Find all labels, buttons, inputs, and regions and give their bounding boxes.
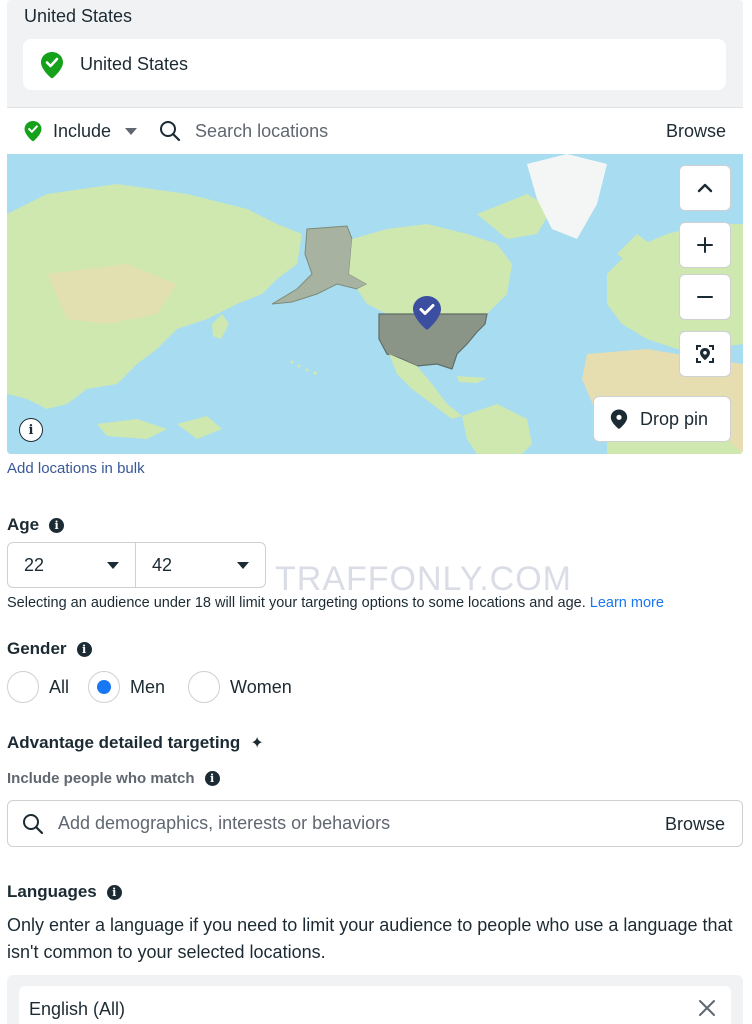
gender-section-title: Gender i bbox=[7, 639, 92, 659]
gender-radio-group: All Men Women bbox=[7, 671, 292, 703]
map-info-icon[interactable]: i bbox=[19, 418, 43, 442]
watermark: TRAFFONLY.COM bbox=[275, 560, 572, 598]
include-exclude-dropdown[interactable]: Include bbox=[23, 120, 138, 142]
zoom-out-icon bbox=[697, 296, 713, 298]
detailed-targeting-title: Advantage detailed targeting ✦ bbox=[7, 733, 264, 753]
green-pin-icon bbox=[41, 51, 63, 78]
detailed-targeting-search: Browse bbox=[7, 800, 743, 847]
include-label: Include bbox=[53, 120, 112, 141]
caret-down-icon bbox=[107, 561, 119, 569]
drop-pin-label: Drop pin bbox=[640, 408, 709, 429]
age-max-value: 42 bbox=[152, 554, 173, 575]
languages-input[interactable]: English (All) bbox=[7, 975, 743, 1024]
info-icon[interactable]: i bbox=[76, 641, 92, 657]
include-people-text: Include people who match bbox=[7, 770, 195, 787]
learn-more-link[interactable]: Learn more bbox=[590, 595, 664, 611]
location-search-bar: Include Browse bbox=[7, 107, 743, 154]
language-chip[interactable]: English (All) bbox=[19, 986, 731, 1024]
zoom-out-button[interactable] bbox=[679, 274, 731, 320]
languages-section-title: Languages i bbox=[7, 882, 122, 902]
caret-down-icon bbox=[125, 127, 138, 135]
detailed-targeting-label: Advantage detailed targeting bbox=[7, 733, 241, 752]
search-icon bbox=[23, 813, 44, 834]
radio-selected-dot bbox=[97, 680, 112, 694]
age-max-select[interactable]: 42 bbox=[135, 542, 266, 588]
info-icon[interactable]: i bbox=[49, 517, 65, 533]
gender-option-label: All bbox=[49, 676, 70, 697]
targeting-browse-button[interactable]: Browse bbox=[665, 814, 725, 835]
locate-icon bbox=[696, 345, 714, 363]
location-country-heading: United States bbox=[24, 6, 133, 26]
info-icon[interactable]: i bbox=[106, 884, 122, 900]
collapse-map-button[interactable] bbox=[679, 165, 731, 211]
location-browse-button[interactable]: Browse bbox=[666, 121, 726, 142]
chevron-up-icon bbox=[697, 183, 713, 193]
green-pin-icon bbox=[24, 121, 42, 142]
locations-panel: United States United States Include Brow… bbox=[7, 0, 743, 454]
selected-location-label: United States bbox=[80, 54, 189, 74]
caret-down-icon bbox=[237, 561, 249, 569]
map-pin-icon bbox=[413, 296, 441, 330]
sparkle-icon: ✦ bbox=[250, 735, 264, 752]
locate-button[interactable] bbox=[679, 331, 731, 377]
age-note-text: Selecting an audience under 18 will limi… bbox=[7, 595, 586, 611]
gender-radio-women[interactable] bbox=[188, 671, 221, 703]
zoom-in-button[interactable] bbox=[679, 222, 731, 268]
languages-description: Only enter a language if you need to lim… bbox=[7, 915, 733, 962]
gender-option-label: Men bbox=[130, 676, 166, 697]
age-section-title: Age i bbox=[7, 515, 65, 535]
language-chip-label: English (All) bbox=[29, 998, 126, 1019]
gender-title: Gender bbox=[7, 639, 67, 658]
location-map[interactable]: Drop pin i bbox=[7, 154, 743, 454]
location-search-input[interactable] bbox=[195, 120, 636, 142]
include-people-label: Include people who match i bbox=[7, 770, 220, 787]
age-min-select[interactable]: 22 bbox=[7, 542, 136, 588]
gender-radio-men[interactable] bbox=[88, 671, 121, 703]
age-min-value: 22 bbox=[24, 554, 45, 575]
close-icon[interactable] bbox=[697, 998, 717, 1018]
languages-title: Languages bbox=[7, 882, 97, 901]
targeting-search-input[interactable] bbox=[58, 813, 618, 834]
age-note: Selecting an audience under 18 will limi… bbox=[7, 595, 664, 611]
search-icon bbox=[160, 121, 181, 142]
zoom-in-icon bbox=[697, 237, 713, 253]
gender-option-label: Women bbox=[230, 676, 292, 697]
selected-location-chip[interactable]: United States bbox=[23, 39, 726, 90]
drop-pin-button[interactable]: Drop pin bbox=[593, 396, 731, 442]
info-icon[interactable]: i bbox=[204, 771, 220, 786]
age-title: Age bbox=[7, 515, 40, 534]
gender-radio-all[interactable] bbox=[7, 671, 39, 703]
map-pin-icon bbox=[610, 409, 628, 429]
add-locations-bulk-link[interactable]: Add locations in bulk bbox=[7, 460, 145, 477]
